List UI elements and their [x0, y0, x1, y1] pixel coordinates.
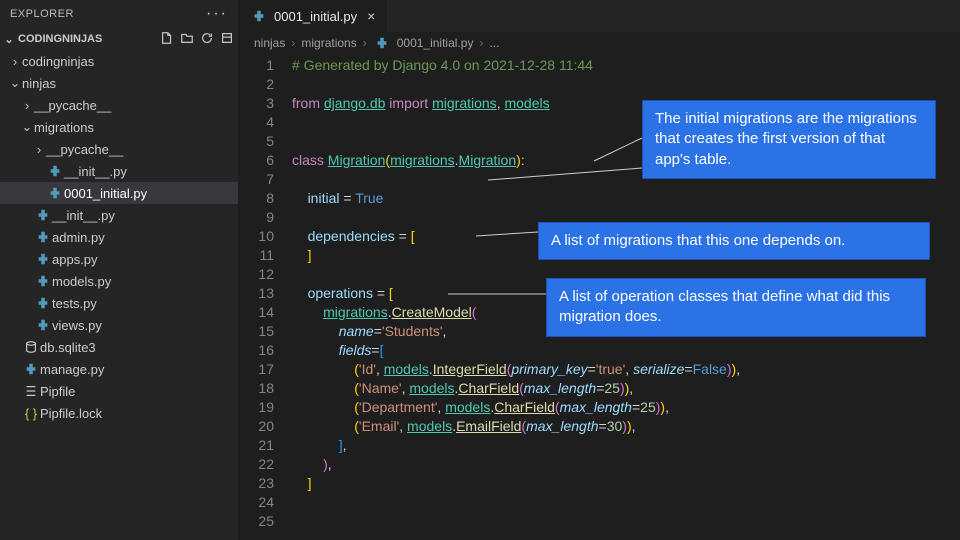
chevron-right-icon: ›: [32, 142, 46, 157]
file-item[interactable]: Pipfile: [0, 380, 238, 402]
tree-item-label: apps.py: [52, 252, 98, 267]
tree-item-label: models.py: [52, 274, 111, 289]
tree-item-label: ninjas: [22, 76, 56, 91]
new-file-icon[interactable]: [160, 31, 174, 48]
line-gutter: 1234567891011121314151617181920212223242…: [238, 54, 288, 540]
pipfile-icon: [22, 384, 40, 398]
tree-item-label: __pycache__: [34, 98, 111, 113]
tree-item-label: tests.py: [52, 296, 97, 311]
folder-item[interactable]: ⌄ninjas: [0, 72, 238, 94]
close-icon[interactable]: ×: [367, 8, 375, 24]
python-file-icon: [34, 208, 52, 222]
database-file-icon: [22, 340, 40, 354]
folder-section-name: CODINGNINJAS: [18, 33, 102, 45]
annotation-operations: A list of operation classes that define …: [546, 278, 926, 337]
refresh-icon[interactable]: [200, 31, 214, 48]
chevron-down-icon: ⌄: [2, 33, 16, 46]
tab-0001-initial[interactable]: 0001_initial.py ×: [238, 0, 388, 32]
file-tree: ›codingninjas⌄ninjas›__pycache__⌄migrati…: [0, 50, 238, 424]
tree-item-label: 0001_initial.py: [64, 186, 147, 201]
file-item[interactable]: tests.py: [0, 292, 238, 314]
chevron-right-icon: ›: [20, 98, 34, 113]
tree-item-label: codingninjas: [22, 54, 94, 69]
tree-item-label: Pipfile: [40, 384, 75, 399]
breadcrumb[interactable]: ninjas› migrations› 0001_initial.py› ...: [238, 32, 960, 54]
explorer-title: EXPLORER: [10, 8, 74, 20]
section-actions: [160, 31, 234, 48]
python-file-icon: [250, 9, 268, 23]
file-item[interactable]: manage.py: [0, 358, 238, 380]
python-file-icon: [34, 296, 52, 310]
file-item[interactable]: { }Pipfile.lock: [0, 402, 238, 424]
chevron-down-icon: ⌄: [8, 75, 22, 91]
collapse-icon[interactable]: [220, 31, 234, 48]
file-item[interactable]: apps.py: [0, 248, 238, 270]
chevron-right-icon: ›: [8, 54, 22, 69]
tab-bar: 0001_initial.py ×: [238, 0, 960, 32]
file-item[interactable]: db.sqlite3: [0, 336, 238, 358]
new-folder-icon[interactable]: [180, 31, 194, 48]
tree-item-label: views.py: [52, 318, 102, 333]
tree-item-label: db.sqlite3: [40, 340, 96, 355]
python-file-icon: [373, 36, 391, 50]
more-icon[interactable]: ···: [206, 5, 228, 23]
editor-area: 0001_initial.py × ninjas› migrations› 00…: [238, 0, 960, 540]
folder-item[interactable]: ›__pycache__: [0, 138, 238, 160]
tree-item-label: __pycache__: [46, 142, 123, 157]
tab-label: 0001_initial.py: [274, 9, 357, 24]
tree-item-label: admin.py: [52, 230, 105, 245]
folder-item[interactable]: ›codingninjas: [0, 50, 238, 72]
file-item[interactable]: models.py: [0, 270, 238, 292]
explorer-sidebar: EXPLORER ··· ⌄ CODINGNINJAS ›codingninja…: [0, 0, 238, 540]
file-item[interactable]: __init__.py: [0, 204, 238, 226]
chevron-down-icon: ⌄: [20, 119, 34, 135]
tree-item-label: Pipfile.lock: [40, 406, 102, 421]
json-file-icon: { }: [22, 406, 40, 421]
python-file-icon: [34, 274, 52, 288]
python-file-icon: [22, 362, 40, 376]
folder-section-header[interactable]: ⌄ CODINGNINJAS: [0, 28, 238, 50]
python-file-icon: [46, 186, 64, 200]
explorer-header: EXPLORER ···: [0, 0, 238, 28]
file-item[interactable]: 0001_initial.py: [0, 182, 238, 204]
annotation-dependencies: A list of migrations that this one depen…: [538, 222, 930, 260]
tree-item-label: __init__.py: [64, 164, 127, 179]
python-file-icon: [34, 318, 52, 332]
tree-item-label: __init__.py: [52, 208, 115, 223]
file-item[interactable]: __init__.py: [0, 160, 238, 182]
annotation-initial: The initial migrations are the migration…: [642, 100, 936, 179]
python-file-icon: [34, 252, 52, 266]
folder-item[interactable]: ›__pycache__: [0, 94, 238, 116]
file-item[interactable]: views.py: [0, 314, 238, 336]
python-file-icon: [34, 230, 52, 244]
python-file-icon: [46, 164, 64, 178]
tree-item-label: manage.py: [40, 362, 104, 377]
tree-item-label: migrations: [34, 120, 94, 135]
file-item[interactable]: admin.py: [0, 226, 238, 248]
folder-item[interactable]: ⌄migrations: [0, 116, 238, 138]
